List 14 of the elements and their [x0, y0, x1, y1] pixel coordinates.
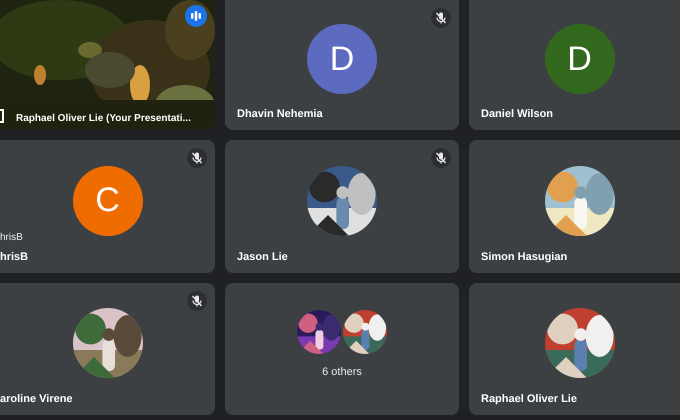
- participant-caption: hrisB: [0, 232, 23, 243]
- participant-name: hrisB: [0, 251, 30, 265]
- others-tile[interactable]: 6 others: [225, 283, 459, 415]
- avatar: C: [72, 166, 142, 236]
- participant-name: Dhavin Nehemia: [236, 108, 324, 122]
- participant-name: Jason Lie: [236, 251, 289, 265]
- others-count: 6 others: [322, 366, 362, 378]
- participant-name: Daniel Wilson: [480, 108, 554, 122]
- participant-name: Raphael Oliver Lie (Your Presentati...: [16, 113, 191, 124]
- participant-name: Raphael Oliver Lie: [480, 393, 578, 407]
- avatar: D: [307, 24, 377, 94]
- avatar: D: [544, 24, 614, 94]
- participant-name: Simon Hasugian: [480, 251, 568, 265]
- participant-name: aroline Virene: [0, 393, 74, 407]
